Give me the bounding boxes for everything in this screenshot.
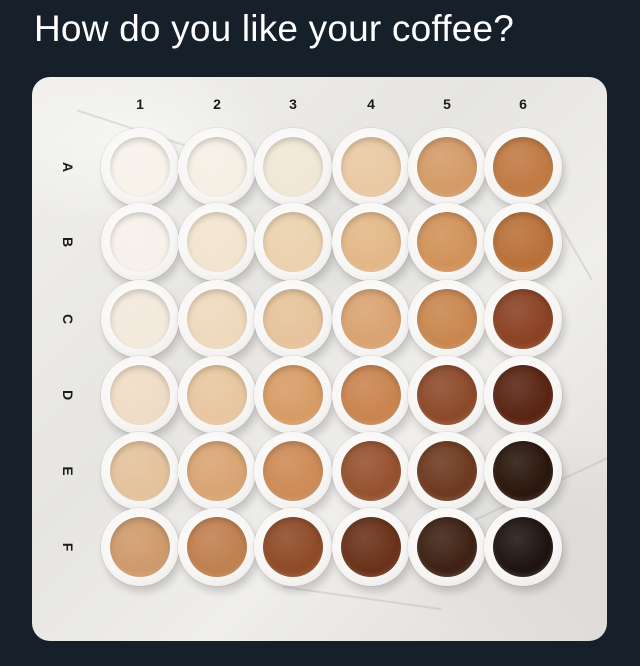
coffee-cup-a3[interactable] xyxy=(254,128,332,206)
coffee-cup-b6[interactable] xyxy=(484,203,562,281)
coffee-cup-c6[interactable] xyxy=(484,280,562,358)
tweet: How do you like your coffee? 1 2 3 4 5 6 A B C D E… xyxy=(0,0,640,666)
coffee-surface xyxy=(263,517,323,577)
coffee-surface xyxy=(417,517,477,577)
coffee-surface xyxy=(187,289,247,349)
coffee-cup-d6[interactable] xyxy=(484,356,562,434)
coffee-cup-d3[interactable] xyxy=(254,356,332,434)
coffee-cup-e5[interactable] xyxy=(408,432,486,510)
coffee-cup-b1[interactable] xyxy=(101,203,179,281)
coffee-cup-c2[interactable] xyxy=(178,280,256,358)
coffee-cup-c5[interactable] xyxy=(408,280,486,358)
coffee-cup-e1[interactable] xyxy=(101,432,179,510)
coffee-surface xyxy=(263,441,323,501)
row-label: E xyxy=(60,466,76,476)
coffee-surface xyxy=(493,365,553,425)
coffee-cup-e4[interactable] xyxy=(332,432,410,510)
coffee-surface xyxy=(263,212,323,272)
coffee-cup-c3[interactable] xyxy=(254,280,332,358)
row-label: D xyxy=(60,389,76,401)
coffee-surface xyxy=(110,137,170,197)
coffee-cup-b4[interactable] xyxy=(332,203,410,281)
coffee-cup-a6[interactable] xyxy=(484,128,562,206)
coffee-surface xyxy=(417,137,477,197)
coffee-surface xyxy=(417,365,477,425)
tweet-text: How do you like your coffee? xyxy=(34,8,515,49)
coffee-cup-a5[interactable] xyxy=(408,128,486,206)
coffee-surface xyxy=(187,517,247,577)
column-label: 4 xyxy=(367,96,375,112)
coffee-cup-c1[interactable] xyxy=(101,280,179,358)
coffee-surface xyxy=(417,441,477,501)
coffee-surface xyxy=(341,212,401,272)
coffee-surface xyxy=(187,441,247,501)
coffee-cup-a1[interactable] xyxy=(101,128,179,206)
row-label: B xyxy=(60,236,76,248)
coffee-surface xyxy=(110,365,170,425)
coffee-surface xyxy=(263,289,323,349)
coffee-cup-f5[interactable] xyxy=(408,508,486,586)
coffee-cup-f4[interactable] xyxy=(332,508,410,586)
coffee-surface xyxy=(493,517,553,577)
coffee-surface xyxy=(341,137,401,197)
coffee-surface xyxy=(263,137,323,197)
coffee-surface xyxy=(493,289,553,349)
coffee-cup-f6[interactable] xyxy=(484,508,562,586)
coffee-surface xyxy=(110,212,170,272)
coffee-surface xyxy=(187,365,247,425)
coffee-cup-e6[interactable] xyxy=(484,432,562,510)
column-label: 1 xyxy=(136,96,144,112)
coffee-grid-photo[interactable]: 1 2 3 4 5 6 A B C D E F xyxy=(32,77,607,641)
coffee-cup-f1[interactable] xyxy=(101,508,179,586)
coffee-cup-a4[interactable] xyxy=(332,128,410,206)
row-label: F xyxy=(60,542,76,552)
coffee-surface xyxy=(493,441,553,501)
coffee-cup-c4[interactable] xyxy=(332,280,410,358)
coffee-cup-f3[interactable] xyxy=(254,508,332,586)
marble-vein xyxy=(282,585,442,611)
coffee-cup-b2[interactable] xyxy=(178,203,256,281)
column-label: 6 xyxy=(519,96,527,112)
coffee-surface xyxy=(493,212,553,272)
coffee-surface xyxy=(263,365,323,425)
coffee-surface xyxy=(341,441,401,501)
coffee-surface xyxy=(110,517,170,577)
coffee-surface xyxy=(341,517,401,577)
coffee-cup-d4[interactable] xyxy=(332,356,410,434)
coffee-surface xyxy=(110,289,170,349)
coffee-cup-f2[interactable] xyxy=(178,508,256,586)
column-label: 3 xyxy=(289,96,297,112)
coffee-surface xyxy=(341,365,401,425)
coffee-cup-e2[interactable] xyxy=(178,432,256,510)
coffee-cup-e3[interactable] xyxy=(254,432,332,510)
coffee-surface xyxy=(187,212,247,272)
column-label: 5 xyxy=(443,96,451,112)
coffee-cup-b3[interactable] xyxy=(254,203,332,281)
coffee-surface xyxy=(417,212,477,272)
coffee-cup-d5[interactable] xyxy=(408,356,486,434)
row-label: C xyxy=(60,313,76,325)
coffee-surface xyxy=(187,137,247,197)
coffee-cup-a2[interactable] xyxy=(178,128,256,206)
coffee-surface xyxy=(341,289,401,349)
column-label: 2 xyxy=(213,96,221,112)
coffee-cup-d1[interactable] xyxy=(101,356,179,434)
coffee-cup-d2[interactable] xyxy=(178,356,256,434)
coffee-surface xyxy=(493,137,553,197)
coffee-cup-b5[interactable] xyxy=(408,203,486,281)
coffee-surface xyxy=(417,289,477,349)
coffee-surface xyxy=(110,441,170,501)
row-label: A xyxy=(60,161,76,173)
